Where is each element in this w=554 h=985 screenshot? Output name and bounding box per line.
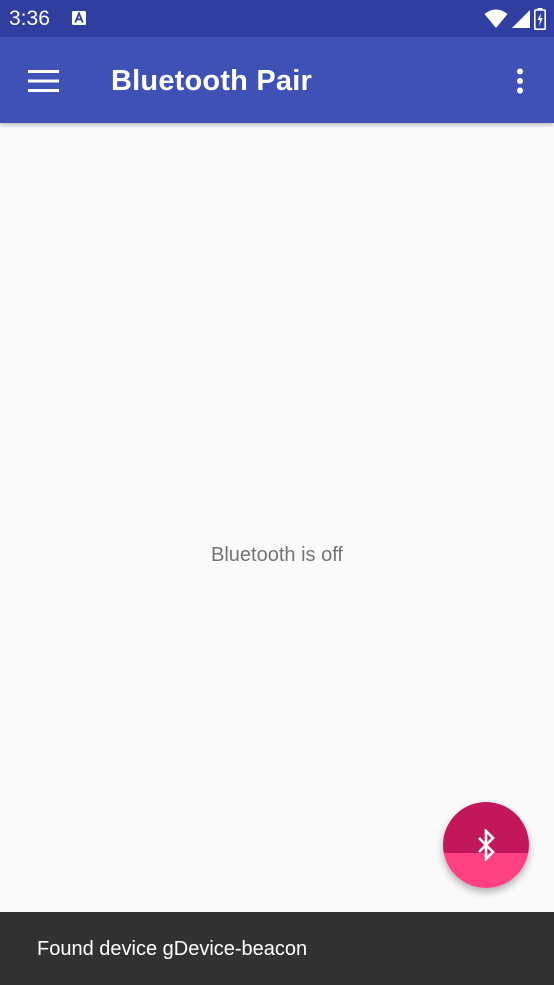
app-title: Bluetooth Pair xyxy=(111,65,312,97)
screen: 3:36 Bluetooth Pair Bluetooth is off Fou… xyxy=(0,0,554,985)
more-vert-icon xyxy=(517,68,523,94)
bluetooth-status-message: Bluetooth is off xyxy=(211,544,343,566)
status-time: 3:36 xyxy=(9,7,50,30)
overflow-menu-button[interactable] xyxy=(500,61,540,101)
status-icons xyxy=(484,8,546,30)
hamburger-menu-icon xyxy=(27,70,59,92)
snackbar: Found device gDevice-beacon xyxy=(0,912,554,985)
menu-button[interactable] xyxy=(18,59,68,103)
app-bar: Bluetooth Pair xyxy=(0,37,554,123)
signal-icon xyxy=(512,10,530,28)
snackbar-message: Found device gDevice-beacon xyxy=(37,938,308,960)
bluetooth-icon xyxy=(478,829,495,861)
wifi-icon xyxy=(484,9,508,28)
status-bar: 3:36 xyxy=(0,0,554,37)
notification-a-icon xyxy=(72,11,86,25)
battery-charging-icon xyxy=(534,8,546,30)
bluetooth-fab[interactable] xyxy=(443,802,529,888)
